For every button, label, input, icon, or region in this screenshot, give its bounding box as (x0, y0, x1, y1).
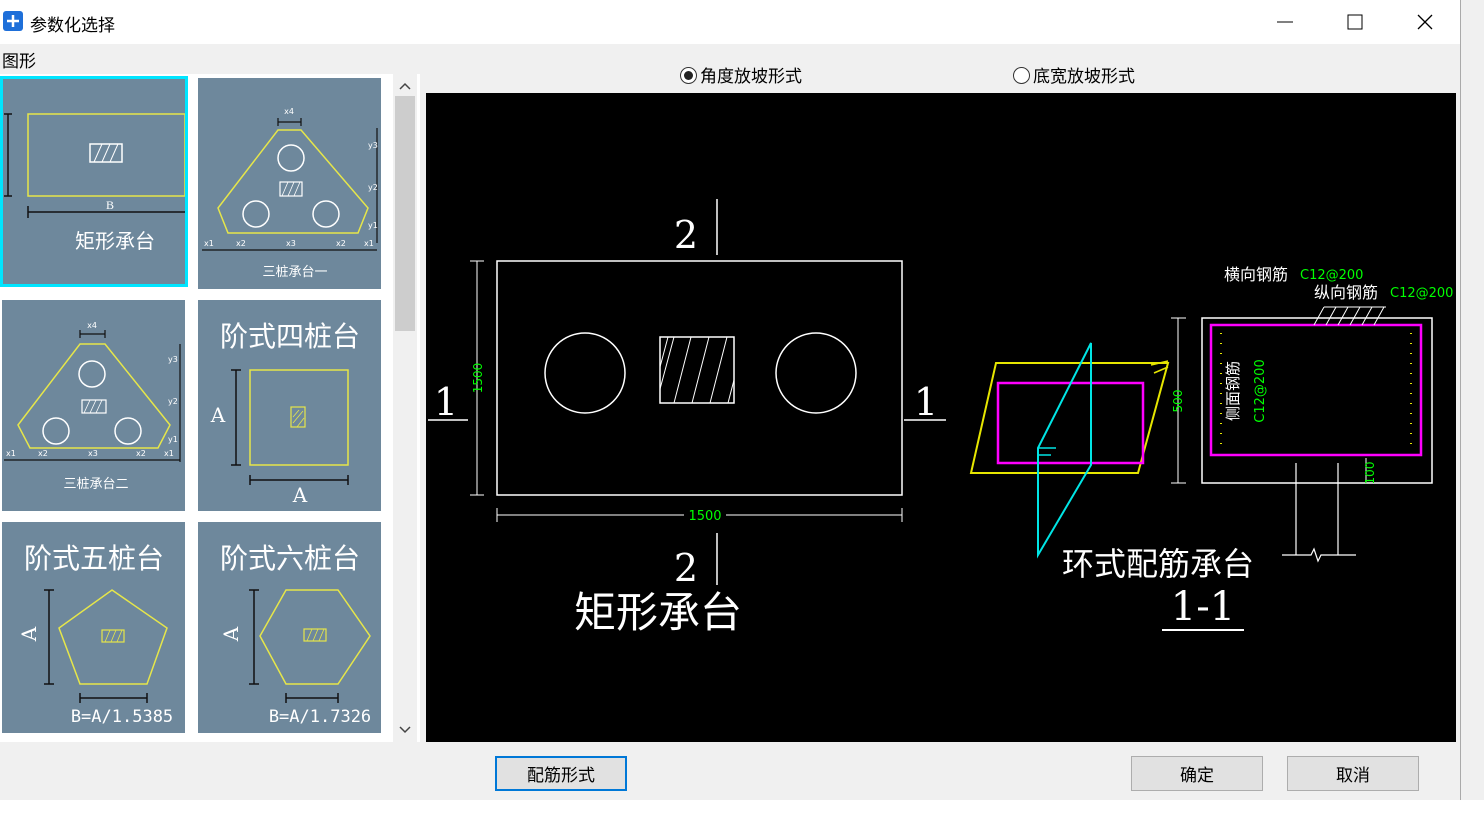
window-title: 参数化选择 (30, 16, 115, 36)
thumb-dim-a-left: A (210, 403, 226, 427)
thumb-dim-x4: x4 (284, 107, 294, 116)
thumb-caption: 阶式四桩台 (220, 320, 360, 353)
scroll-thumb[interactable] (395, 96, 415, 331)
radio-width-slope[interactable]: 底宽放坡形式 (1013, 62, 1135, 87)
gallery-scrollbar[interactable] (393, 74, 417, 742)
thumb-dim-x1a: x1 (204, 239, 214, 248)
section-mark-2-top: 2 (674, 213, 698, 257)
thumb-dim-x2a: x2 (236, 239, 246, 248)
thumb-caption: 阶式六桩台 (220, 542, 360, 575)
rebar-form-button[interactable]: 配筋形式 (495, 756, 627, 791)
thumb-dim-x3: x3 (286, 239, 296, 248)
minimize-icon (1277, 21, 1293, 23)
thumb-caption: 矩形承台 (75, 229, 155, 253)
thumb-step-six-pile[interactable]: 阶式六桩台 A B=A/1.7326 (198, 522, 381, 733)
thumb-step-four-pile[interactable]: 阶式四桩台 A A (198, 300, 381, 511)
thumb-dim-a: A (17, 626, 41, 642)
thumb-dim-y2: y2 (168, 397, 178, 406)
radio-angle-slope[interactable]: 角度放坡形式 (680, 62, 802, 87)
section-mark-1-right: 1 (914, 380, 938, 424)
thumb-dim-y1: y1 (168, 435, 178, 444)
three-pile-1-preview: x4 y3 y2 y1 x1 x2 x3 x2 x1 三桩承台一 (202, 107, 378, 280)
maximize-button[interactable] (1320, 0, 1390, 44)
pile-right (775, 332, 857, 414)
step-six-pile-preview: 阶式六桩台 A B=A/1.7326 (219, 542, 371, 727)
thumb-dim-x1b: x1 (364, 239, 374, 248)
thumb-three-pile-2[interactable]: x4 y3 y2 y1 x1 x2 x3 x2 x1 三桩承台二 (2, 300, 185, 511)
pile-left (544, 332, 626, 414)
app-icon (3, 11, 23, 31)
thumb-dim-x2b: x2 (136, 449, 146, 458)
dim-width: 1500 (688, 509, 721, 524)
thumb-dim-x4: x4 (87, 321, 97, 330)
shape-group-label: 图形 (2, 52, 36, 72)
rebar-side-value: C12@200 (1253, 359, 1268, 422)
thumb-dim-y2: y2 (368, 183, 378, 192)
thumb-caption: 三桩承台一 (262, 265, 327, 280)
minimize-button[interactable] (1250, 0, 1320, 44)
radio-angle-slope-label: 角度放坡形式 (700, 67, 802, 87)
rect-cap-preview: B 矩形承台 (4, 113, 186, 253)
rebar-v-label: 纵向钢筋 (1314, 283, 1378, 302)
three-pile-2-preview: x4 y3 y2 y1 x1 x2 x3 x2 x1 三桩承台二 (4, 321, 181, 492)
preview-drawing: 2 2 1 1 1500 1500 矩形承台 环式配筋承台 500 100 1-… (428, 199, 1453, 637)
close-icon (1417, 14, 1433, 30)
background-strip (0, 800, 1484, 817)
thumb-dim-y1: y1 (368, 221, 378, 230)
dim-height: 1500 (471, 363, 485, 394)
close-button[interactable] (1390, 0, 1460, 44)
dim-100: 100 (1363, 462, 1377, 485)
thumb-formula: B=A/1.5385 (71, 707, 173, 727)
step-five-pile-preview: 阶式五桩台 A B=A/1.5385 (17, 542, 173, 727)
thumb-dim-y3: y3 (168, 355, 178, 364)
cancel-button[interactable]: 取消 (1287, 756, 1419, 791)
section-label: 1-1 (1171, 584, 1235, 630)
scroll-down-icon[interactable] (393, 720, 417, 740)
thumb-dim-x1a: x1 (6, 449, 16, 458)
thumb-dim-a: A (219, 626, 243, 642)
thumb-three-pile-1[interactable]: x4 y3 y2 y1 x1 x2 x3 x2 x1 三桩承台一 (198, 78, 381, 289)
thumb-formula: B=A/1.7326 (269, 707, 371, 727)
drawing-name: 矩形承台 (574, 588, 742, 637)
radio-width-slope-label: 底宽放坡形式 (1033, 67, 1135, 87)
ok-button[interactable]: 确定 (1131, 756, 1263, 791)
title-bar: 参数化选择 (0, 0, 1460, 44)
radio-checked-icon (680, 67, 697, 84)
shape-gallery: B 矩形承台 x4 y3 y2 y1 x1 x2 x3 x2 x1 三桩承台一 … (0, 74, 420, 742)
rebar-h-label: 横向钢筋 (1224, 265, 1288, 284)
ring-cap-title: 环式配筋承台 (1062, 545, 1254, 583)
step-four-pile-preview: 阶式四桩台 A A (210, 320, 360, 507)
dim-500: 500 (1171, 390, 1185, 413)
thumb-dim-x2a: x2 (38, 449, 48, 458)
thumb-dim-a-bottom: A (292, 483, 308, 507)
section-mark-1-left: 1 (434, 380, 458, 424)
preview-canvas: 2 2 1 1 1500 1500 矩形承台 环式配筋承台 500 100 1-… (426, 93, 1456, 742)
slope-mode-options: 角度放坡形式 底宽放坡形式 (425, 50, 1455, 90)
parametric-select-dialog: 参数化选择 图形 B 矩形承台 x4 y3 y2 y1 x1 x2 x3 x2 … (0, 0, 1461, 801)
thumb-dim-x2b: x2 (336, 239, 346, 248)
cap-outline (496, 260, 903, 496)
thumb-dim-x1b: x1 (164, 449, 174, 458)
thumb-step-five-pile[interactable]: 阶式五桩台 A B=A/1.5385 (2, 522, 185, 733)
radio-unchecked-icon (1013, 67, 1030, 84)
scroll-up-icon[interactable] (393, 76, 417, 96)
rebar-v-value: C12@200 (1390, 286, 1453, 301)
thumb-caption: 阶式五桩台 (24, 542, 164, 575)
maximize-icon (1347, 14, 1363, 30)
section-mark-2-bottom: 2 (674, 546, 698, 590)
rebar-side-label: 侧面钢筋 (1224, 361, 1242, 421)
rebar-h-value: C12@200 (1300, 268, 1363, 283)
thumb-caption: 三桩承台二 (63, 477, 128, 492)
thumb-dim-b: B (106, 198, 114, 212)
thumb-dim-x3: x3 (88, 449, 98, 458)
thumb-rect-cap[interactable]: B 矩形承台 (0, 76, 188, 287)
thumb-dim-y3: y3 (368, 141, 378, 150)
